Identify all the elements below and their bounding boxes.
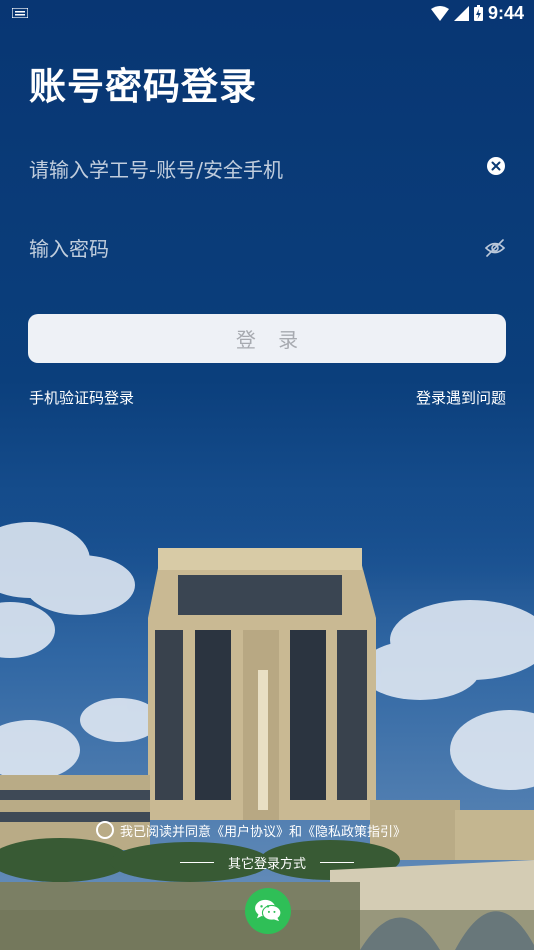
password-field	[29, 229, 506, 269]
account-field	[29, 150, 506, 190]
sms-login-link[interactable]: 手机验证码登录	[29, 387, 134, 408]
password-input[interactable]	[29, 229, 469, 269]
eye-closed-icon[interactable]	[484, 238, 506, 258]
status-time: 9:44	[487, 2, 524, 23]
account-input[interactable]	[29, 150, 469, 190]
user-agreement-link[interactable]: 《用户协议》	[211, 821, 289, 840]
signal-icon	[453, 5, 469, 21]
login-screen: 9:44 账号密码登录 登 录 手机验证码登录 登录遇到问题 我已阅读并同意 《…	[0, 0, 534, 950]
login-button[interactable]: 登 录	[28, 314, 506, 363]
agreement-prefix: 我已阅读并同意	[120, 824, 212, 840]
agreement-and: 和	[289, 824, 303, 840]
page-title: 账号密码登录	[29, 65, 257, 108]
privacy-policy-link[interactable]: 《隐私政策指引》	[302, 821, 406, 840]
status-bar: 9:44	[0, 0, 534, 26]
battery-icon	[473, 5, 483, 21]
campus-background-image	[0, 490, 534, 950]
divider-line-right	[319, 861, 354, 863]
keyboard-notification-icon	[12, 8, 28, 18]
agreement-row: 我已阅读并同意 《用户协议》 和 《隐私政策指引》	[96, 819, 406, 841]
clear-icon[interactable]	[486, 156, 506, 176]
other-login-divider: 其它登录方式	[180, 852, 354, 872]
divider-line-left	[180, 861, 214, 863]
wifi-icon	[430, 5, 449, 21]
login-help-link[interactable]: 登录遇到问题	[416, 387, 506, 408]
wechat-login-button[interactable]	[245, 888, 291, 934]
other-login-label: 其它登录方式	[227, 856, 306, 872]
main-building	[148, 548, 376, 820]
agree-checkbox[interactable]	[96, 821, 114, 839]
wechat-icon	[255, 899, 282, 922]
